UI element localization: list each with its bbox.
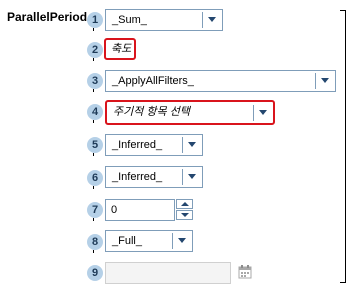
caret-up-icon[interactable] xyxy=(176,199,193,209)
param-3-value: _ApplyAllFilters_ xyxy=(112,75,194,87)
badge-connector xyxy=(93,250,94,253)
param-1-select[interactable]: _Sum_ xyxy=(105,9,223,31)
param-badge-3: 3 xyxy=(87,73,103,89)
badge-connector xyxy=(93,153,94,156)
badge-connector xyxy=(93,28,94,31)
badge-connector xyxy=(93,120,94,123)
chevron-down-icon[interactable] xyxy=(182,169,202,185)
chevron-down-icon[interactable] xyxy=(202,12,222,28)
param-8-select[interactable]: _Full_ xyxy=(105,230,193,252)
formula-editor: ParallelPeriod 1 _Sum_ 2 축도 3 _ApplyAllF… xyxy=(0,0,354,294)
param-badge-1: 1 xyxy=(87,12,103,28)
param-badge-4: 4 xyxy=(87,104,103,120)
param-8-value: _Full_ xyxy=(112,235,142,247)
param-2-label[interactable]: 축도 xyxy=(104,38,136,60)
chevron-down-icon[interactable] xyxy=(253,105,273,121)
param-badge-6: 6 xyxy=(87,170,103,186)
function-name: ParallelPeriod xyxy=(7,10,88,24)
param-1-value: _Sum_ xyxy=(112,14,147,26)
param-7-spinner-input[interactable]: 0 xyxy=(105,199,175,221)
param-4-select[interactable]: 주기적 항목 선택 xyxy=(105,100,275,125)
param-badge-2: 2 xyxy=(87,42,103,58)
chevron-down-icon[interactable] xyxy=(182,137,202,153)
param-badge-8: 8 xyxy=(87,234,103,250)
param-badge-9: 9 xyxy=(87,265,103,281)
chevron-down-icon[interactable] xyxy=(315,73,335,89)
badge-connector xyxy=(93,58,94,61)
param-9-date-input[interactable] xyxy=(105,262,231,284)
badge-connector xyxy=(93,89,94,92)
chevron-down-icon[interactable] xyxy=(172,233,192,249)
param-badge-5: 5 xyxy=(87,137,103,153)
closing-bracket xyxy=(340,10,346,283)
badge-connector xyxy=(93,186,94,189)
calendar-icon[interactable] xyxy=(238,265,252,279)
param-5-value: _Inferred_ xyxy=(112,139,163,151)
param-6-select[interactable]: _Inferred_ xyxy=(105,166,203,188)
param-badge-7: 7 xyxy=(87,202,103,218)
param-5-select[interactable]: _Inferred_ xyxy=(105,134,203,156)
caret-down-icon[interactable] xyxy=(176,210,193,220)
param-4-value: 주기적 항목 선택 xyxy=(113,106,190,118)
param-6-value: _Inferred_ xyxy=(112,171,163,183)
badge-connector xyxy=(93,218,94,221)
param-3-select[interactable]: _ApplyAllFilters_ xyxy=(105,70,336,92)
